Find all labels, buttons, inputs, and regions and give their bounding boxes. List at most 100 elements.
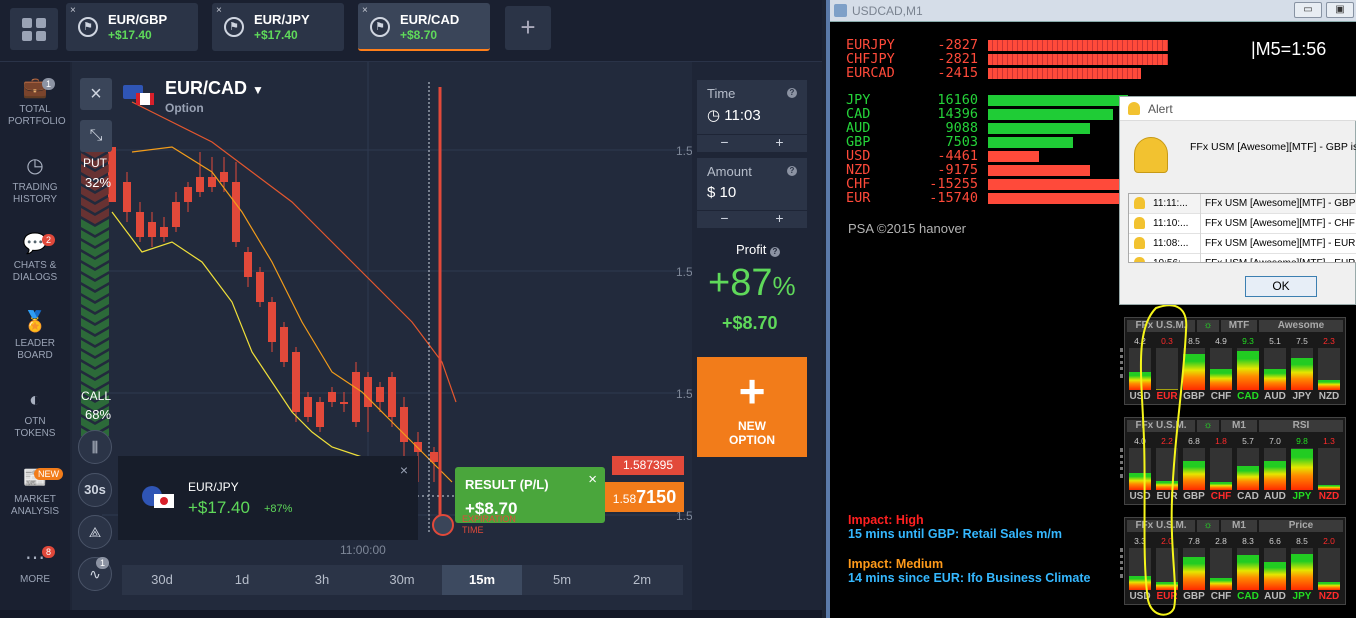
- strength-column: [1291, 448, 1313, 490]
- amount-plus-button[interactable]: +: [752, 210, 807, 226]
- asset-selector[interactable]: EUR/CAD ▼: [165, 78, 264, 99]
- timeframe-1d[interactable]: 1d: [202, 565, 282, 595]
- pair-row: EURJPY -2827: [846, 38, 978, 52]
- alert-text: FFx USM [Awesome][MTF] - EUR: [1205, 238, 1356, 249]
- help-icon[interactable]: ?: [787, 166, 797, 176]
- strength-bar: [988, 54, 1168, 65]
- strength-bar: [988, 95, 1128, 106]
- amount-label: Amount: [707, 164, 752, 179]
- currency-name: CHF: [846, 176, 871, 192]
- alert-row[interactable]: 10:56:... FFx USM [Awesome][MTF] - EUR: [1129, 254, 1356, 262]
- candle: [364, 377, 372, 407]
- strength-column: [1291, 548, 1313, 590]
- strength-bar: [988, 68, 1141, 79]
- close-popup-icon[interactable]: ×: [400, 462, 408, 478]
- close-chart-button[interactable]: ×: [80, 78, 112, 110]
- nav-label: OTN TOKENS: [14, 416, 56, 439]
- chart-type-icon[interactable]: ⫼: [78, 430, 112, 464]
- panel-value: 2.8: [1215, 536, 1227, 546]
- grid-menu-button[interactable]: [10, 8, 58, 50]
- large-bell-icon: [1134, 137, 1168, 173]
- price-tick: 1.589: [676, 265, 692, 279]
- drawing-tool-icon[interactable]: ⟁: [78, 515, 112, 549]
- amount-input[interactable]: $ 10: [707, 184, 736, 201]
- timeframe-2m[interactable]: 2m: [602, 565, 682, 595]
- nav-chats-dialogs[interactable]: 💬 2 CHATS & DIALOGS: [0, 232, 70, 284]
- nav-more[interactable]: ⋯ 8 MORE: [0, 546, 70, 586]
- timeframe-30d[interactable]: 30d: [122, 565, 202, 595]
- strength-column: [1264, 348, 1286, 390]
- candle: [196, 177, 204, 192]
- timeframe-3h[interactable]: 3h: [282, 565, 362, 595]
- panel-currency-label: JPY: [1292, 391, 1312, 402]
- currency-row: CHF -15255: [846, 177, 978, 191]
- bell-icon: [1134, 197, 1145, 209]
- candle: [184, 187, 192, 202]
- bell-icon: [1134, 217, 1145, 229]
- price-tick: 1.588: [676, 387, 692, 401]
- add-asset-button[interactable]: +: [505, 6, 551, 50]
- time-control[interactable]: Time ? ◷ 11:03 − +: [697, 80, 807, 152]
- close-tab-icon[interactable]: ×: [362, 5, 368, 16]
- strength-column: [1210, 348, 1232, 390]
- nav-trading-history[interactable]: ◷ TRADING HISTORY: [0, 154, 70, 206]
- help-icon[interactable]: ?: [787, 88, 797, 98]
- alert-row[interactable]: 11:11:... FFx USM [Awesome][MTF] - GBP: [1129, 194, 1356, 214]
- alert-time: 11:10:...: [1153, 218, 1189, 229]
- nav-label: MARKET ANALYSIS: [10, 494, 60, 517]
- close-tab-icon[interactable]: ×: [216, 5, 222, 16]
- timeframe-15m[interactable]: 15m: [442, 565, 522, 595]
- candle: [123, 182, 131, 212]
- collapse-icon[interactable]: ⤡: [80, 120, 112, 152]
- alert-row[interactable]: 11:10:... FFx USM [Awesome][MTF] - CHF: [1129, 214, 1356, 234]
- alert-message: FFx USM [Awesome][MTF] - GBP is: [1190, 141, 1356, 153]
- ok-button[interactable]: OK: [1245, 276, 1317, 297]
- time-minus-button[interactable]: −: [697, 134, 752, 150]
- currency-name: USD: [846, 148, 871, 164]
- panel-value: 1.8: [1215, 436, 1227, 446]
- copyright-text: PSA ©2015 hanover: [848, 221, 966, 236]
- close-tab-icon[interactable]: ×: [70, 5, 76, 16]
- expiration-flag-icon: [432, 514, 454, 536]
- time-plus-button[interactable]: +: [752, 134, 807, 150]
- panel-currency-label: CAD: [1237, 591, 1259, 602]
- nav-otn-tokens[interactable]: ◐ OTN TOKENS: [0, 388, 70, 440]
- strength-bar: [988, 193, 1128, 204]
- bell-icon: [1134, 257, 1145, 262]
- chat-badge: 2: [42, 234, 56, 246]
- asset-tab-eurcad[interactable]: × ⚑ EUR/CAD +$8.70: [358, 3, 490, 51]
- timeframe-30m[interactable]: 30m: [362, 565, 442, 595]
- close-result-icon[interactable]: ×: [588, 471, 597, 488]
- settings-icon: ☼: [1197, 320, 1219, 332]
- restore-button[interactable]: ▭: [1294, 2, 1322, 18]
- popup-profit: +$17.40: [188, 498, 250, 517]
- amount-minus-button[interactable]: −: [697, 210, 752, 226]
- asset-tab-eurgbp[interactable]: × ⚑ EUR/GBP +$17.40: [66, 3, 198, 51]
- asset-tab-eurjpy[interactable]: × ⚑ EUR/JPY +$17.40: [212, 3, 344, 51]
- result-label: RESULT (P/L): [465, 477, 549, 492]
- candle: [388, 377, 396, 417]
- currency-row: CAD 14396: [846, 107, 978, 121]
- pair-value: -2415: [937, 65, 978, 81]
- nav-total-portfolio[interactable]: 💼 1 TOTAL PORTFOLIO: [0, 76, 70, 128]
- pair-name: EURCAD: [846, 65, 895, 81]
- alert-title: Alert: [1148, 102, 1173, 116]
- trade-result-popup: × EUR/JPY +$17.40 +87%: [118, 456, 418, 540]
- asset-tab-name: EUR/CAD: [400, 12, 460, 27]
- nav-market-analysis[interactable]: 📰 NEW MARKET ANALYSIS: [0, 466, 70, 518]
- strength-bar: [988, 137, 1073, 148]
- candle-timer-button[interactable]: 30s: [78, 473, 112, 507]
- alert-history-list[interactable]: 11:11:... FFx USM [Awesome][MTF] - GBP 11:…: [1128, 193, 1356, 263]
- alert-row[interactable]: 11:08:... FFx USM [Awesome][MTF] - EUR: [1129, 234, 1356, 254]
- timeframe-5m[interactable]: 5m: [522, 565, 602, 595]
- profit-percent: +87%: [708, 262, 796, 304]
- put-label: PUT: [83, 156, 107, 170]
- mt4-title: USDCAD,M1: [852, 4, 923, 18]
- nav-leader-board[interactable]: 🏅 LEADER BOARD: [0, 310, 70, 362]
- maximize-button[interactable]: ▣: [1326, 2, 1354, 18]
- currency-name: AUD: [846, 120, 871, 136]
- candle: [352, 372, 360, 422]
- candle: [328, 392, 336, 402]
- amount-control[interactable]: Amount ? $ 10 − +: [697, 158, 807, 228]
- new-option-button[interactable]: + NEW OPTION: [697, 357, 807, 457]
